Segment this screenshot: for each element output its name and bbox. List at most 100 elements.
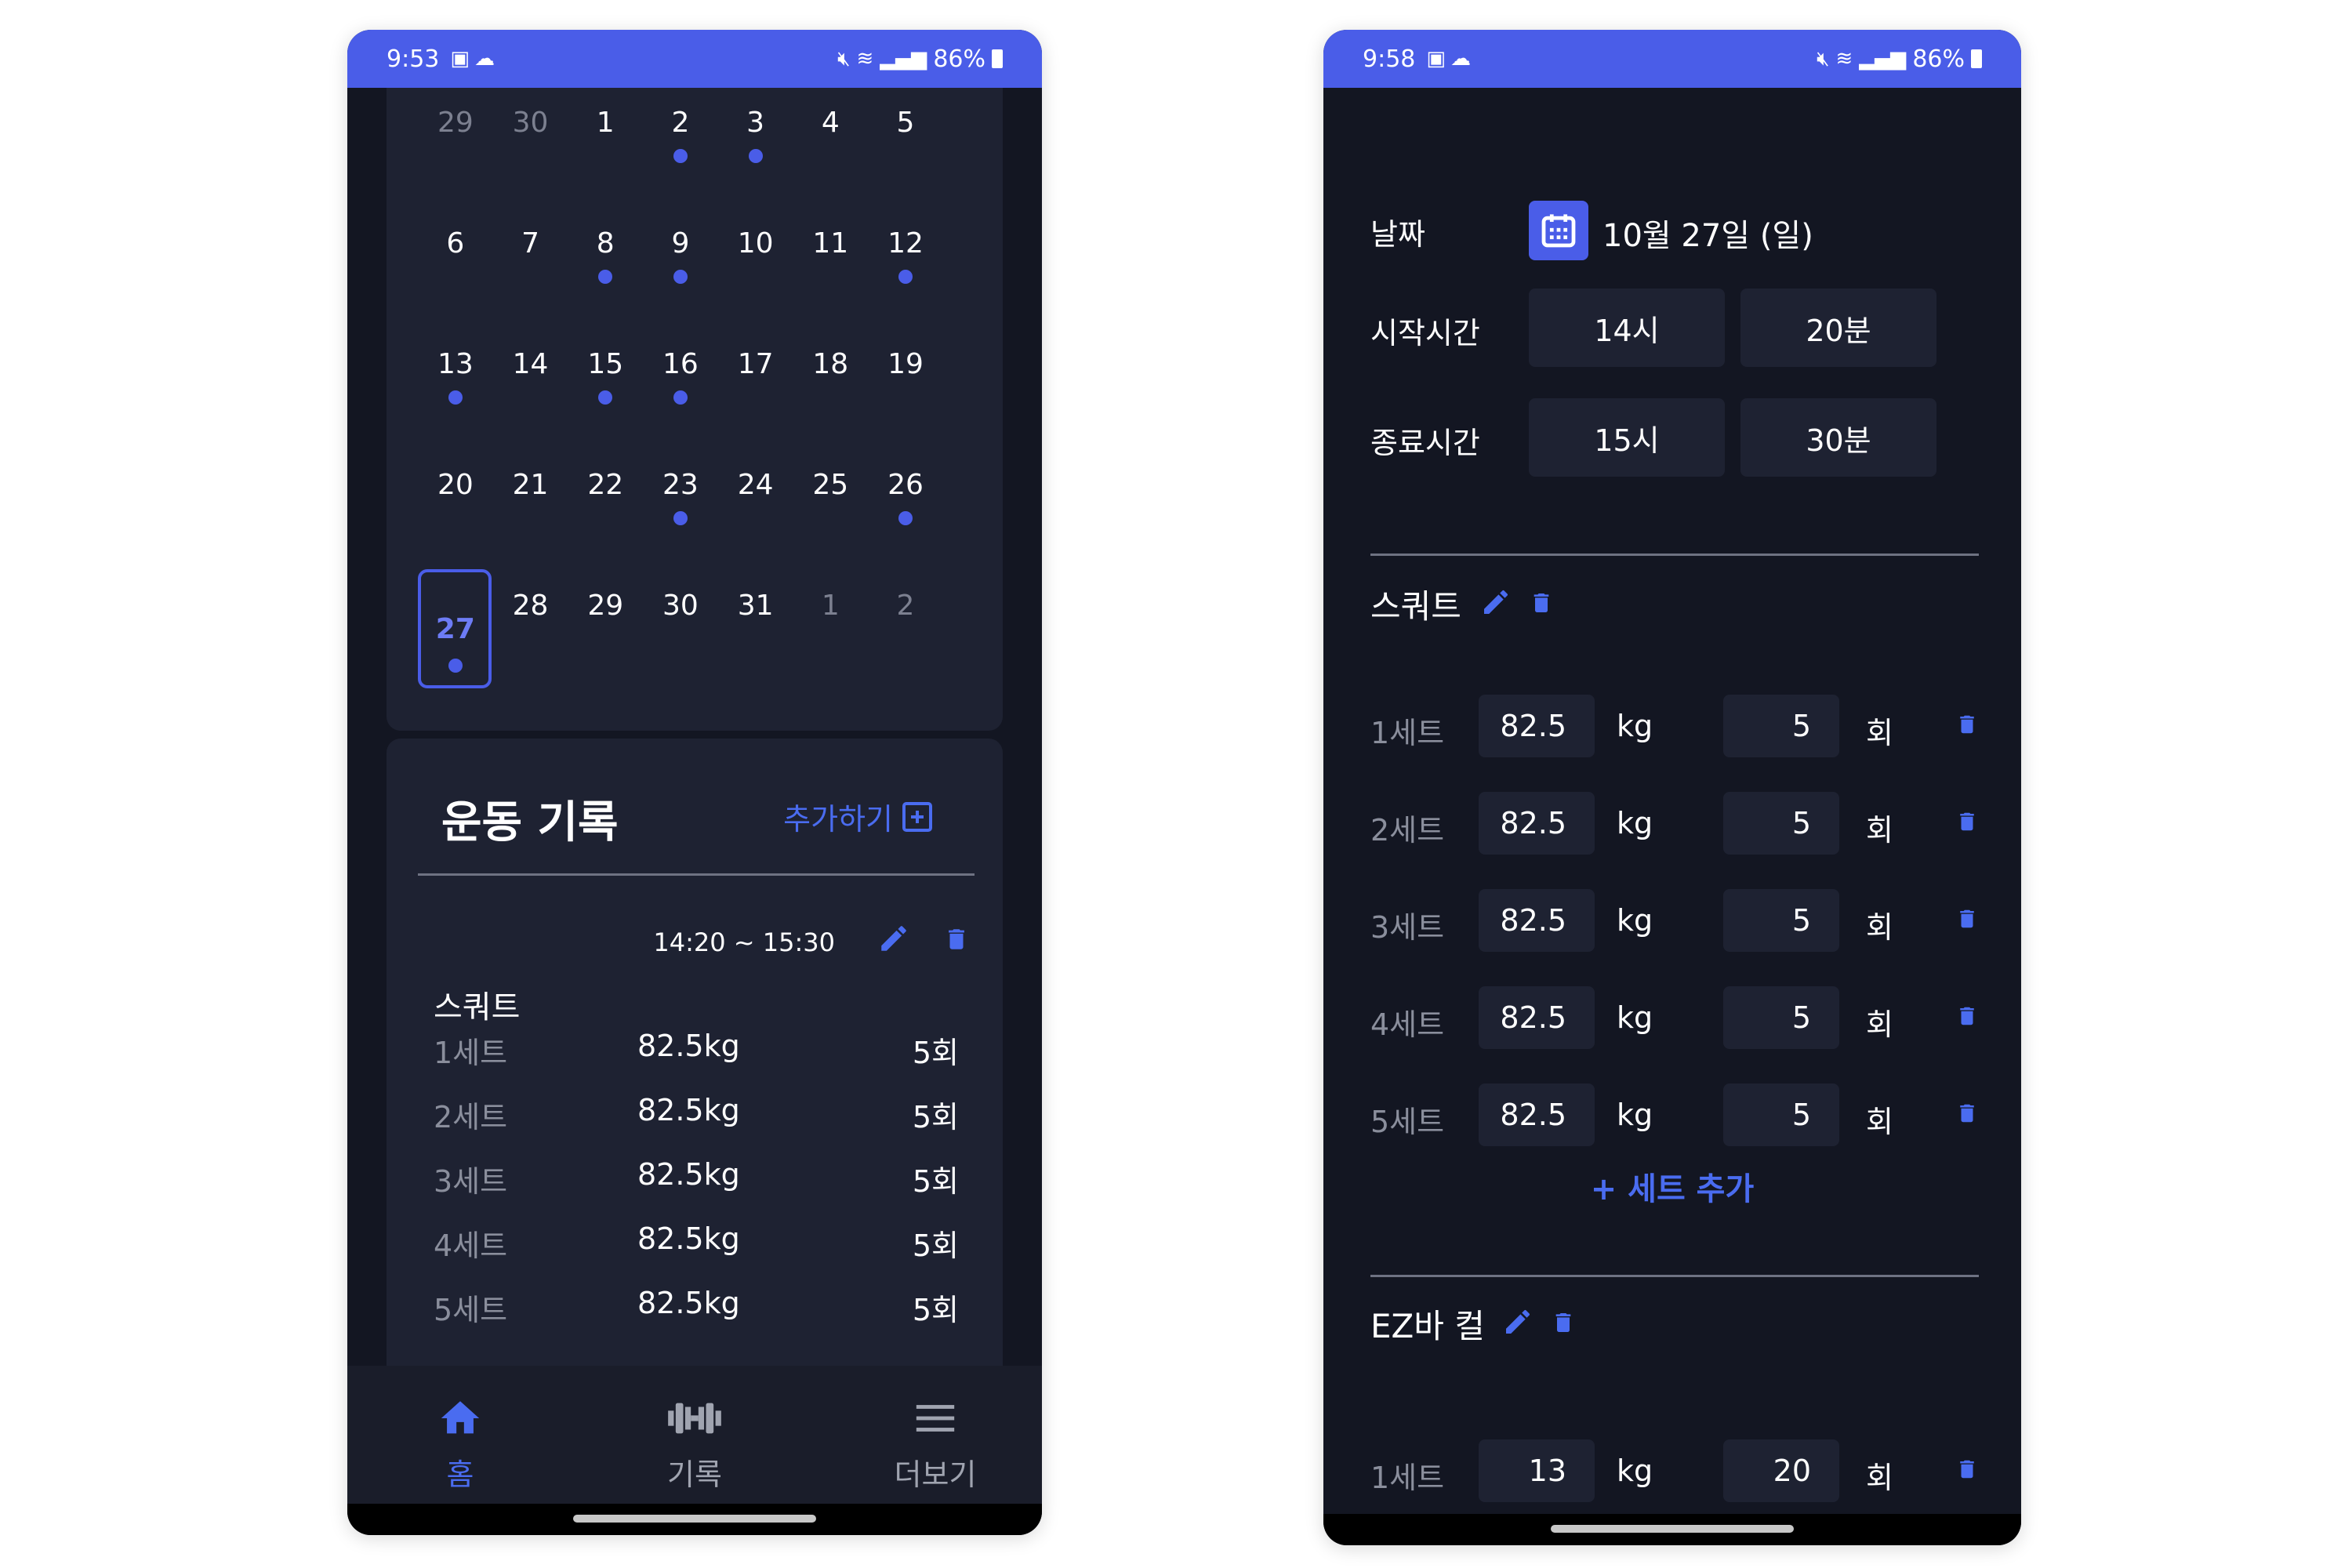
calendar-day-selected[interactable]: 27 [418, 569, 493, 688]
battery-icon [1971, 49, 1982, 68]
calendar-day[interactable]: 7 [493, 209, 568, 310]
calendar-day[interactable]: 13 [418, 329, 493, 431]
mute-icon: 🔇︎ [837, 46, 851, 71]
calendar-day[interactable]: 1 [568, 88, 643, 190]
calendar-day[interactable]: 12 [868, 209, 943, 310]
set-label: 1세트 [434, 1036, 508, 1070]
calendar-day-number: 10 [737, 227, 774, 260]
nav-more[interactable]: 더보기 [857, 1396, 1014, 1494]
pencil-icon[interactable] [1480, 586, 1512, 618]
calendar-day[interactable]: 23 [643, 450, 718, 552]
calendar-day-number: 30 [512, 107, 549, 139]
trash-icon[interactable] [1955, 710, 1979, 739]
calendar-day[interactable]: 30 [643, 571, 718, 673]
set-label: 2세트 [1370, 813, 1445, 848]
calendar: 29 30 1 2 3 4 5 6 7 8 9 10 11 12 13 14 15 16 17 18 19 20 21 22 2… [387, 88, 1003, 731]
set-row: 3세트 82.5 kg 5 회 [1370, 889, 1979, 952]
trash-icon[interactable] [1955, 1002, 1979, 1030]
workout-dot [673, 511, 688, 525]
reps-input[interactable]: 20 [1723, 1439, 1839, 1502]
pencil-icon[interactable] [877, 922, 910, 955]
weight-input[interactable]: 13 [1479, 1439, 1595, 1502]
trash-icon[interactable] [1551, 1308, 1576, 1338]
calendar-day[interactable]: 22 [568, 450, 643, 552]
calendar-day[interactable]: 8 [568, 209, 643, 310]
cloud-icon: ☁ [474, 47, 495, 71]
add-record-label: 추가하기 [783, 802, 893, 837]
calendar-day-number: 12 [887, 227, 924, 260]
trash-icon[interactable] [943, 924, 970, 955]
calendar-day[interactable]: 31 [718, 571, 793, 673]
end-hour-select[interactable]: 15시 [1529, 398, 1725, 477]
home-indicator [1323, 1514, 2021, 1545]
calendar-day[interactable]: 4 [793, 88, 868, 190]
calendar-day[interactable]: 10 [718, 209, 793, 310]
reps-unit: 회 [1866, 910, 1893, 945]
calendar-day-number: 1 [596, 107, 615, 139]
calendar-day[interactable]: 2 [868, 571, 943, 673]
calendar-day-number: 13 [437, 348, 474, 380]
calendar-day[interactable]: 6 [418, 209, 493, 310]
signal-icon: ▂▄▆ [1859, 47, 1907, 71]
calendar-day[interactable]: 24 [718, 450, 793, 552]
weight-unit: kg [1617, 903, 1653, 938]
date-picker-button[interactable] [1529, 201, 1588, 260]
trash-icon[interactable] [1955, 905, 1979, 933]
reps-unit: 회 [1866, 1007, 1893, 1042]
calendar-day[interactable]: 30 [493, 88, 568, 190]
calendar-day-number: 18 [812, 348, 849, 380]
reps-input[interactable]: 5 [1723, 695, 1839, 757]
start-hour-select[interactable]: 14시 [1529, 289, 1725, 367]
trash-icon[interactable] [1955, 808, 1979, 836]
calendar-day-number: 17 [737, 348, 774, 380]
calendar-day[interactable]: 11 [793, 209, 868, 310]
set-label: 1세트 [1370, 1461, 1445, 1495]
weight-input[interactable]: 82.5 [1479, 889, 1595, 952]
calendar-day[interactable]: 18 [793, 329, 868, 431]
calendar-week: 20 21 22 23 24 25 26 [418, 450, 943, 552]
trash-icon[interactable] [1955, 1099, 1979, 1127]
calendar-day[interactable]: 25 [793, 450, 868, 552]
calendar-day[interactable]: 15 [568, 329, 643, 431]
calendar-day[interactable]: 16 [643, 329, 718, 431]
add-record-button[interactable]: 추가하기 [783, 795, 932, 838]
start-minute-select[interactable]: 20분 [1740, 289, 1936, 367]
calendar-day[interactable]: 3 [718, 88, 793, 190]
pencil-icon[interactable] [1502, 1306, 1534, 1338]
weight-input[interactable]: 82.5 [1479, 792, 1595, 855]
calendar-day[interactable]: 17 [718, 329, 793, 431]
nav-record[interactable]: 기록 [616, 1396, 773, 1494]
calendar-day[interactable]: 21 [493, 450, 568, 552]
calendar-day[interactable]: 5 [868, 88, 943, 190]
end-minute-select[interactable]: 30분 [1740, 398, 1936, 477]
calendar-day[interactable]: 29 [418, 88, 493, 190]
weight-input[interactable]: 82.5 [1479, 1083, 1595, 1146]
add-set-button[interactable]: + 세트 추가 [1323, 1163, 2021, 1209]
calendar-day-number: 24 [737, 469, 774, 501]
reps-input[interactable]: 5 [1723, 1083, 1839, 1146]
calendar-day[interactable]: 19 [868, 329, 943, 431]
nav-home[interactable]: 홈 [382, 1396, 539, 1494]
workout-dot [598, 390, 613, 405]
calendar-day-number: 30 [662, 590, 699, 622]
workout-dot [673, 270, 688, 284]
calendar-day[interactable]: 20 [418, 450, 493, 552]
calendar-day[interactable]: 26 [868, 450, 943, 552]
weight-input[interactable]: 82.5 [1479, 986, 1595, 1049]
weight-unit: kg [1617, 1454, 1653, 1488]
trash-icon[interactable] [1955, 1455, 1979, 1483]
record-exercise-name: 스쿼트 [434, 989, 521, 1025]
reps-input[interactable]: 5 [1723, 986, 1839, 1049]
calendar-day[interactable]: 2 [643, 88, 718, 190]
trash-icon[interactable] [1529, 588, 1554, 618]
record-set-row: 1세트 82.5kg 5회 [434, 1029, 959, 1070]
reps-input[interactable]: 5 [1723, 889, 1839, 952]
reps-input[interactable]: 5 [1723, 792, 1839, 855]
calendar-day[interactable]: 9 [643, 209, 718, 310]
calendar-day[interactable]: 28 [493, 571, 568, 673]
calendar-day[interactable]: 29 [568, 571, 643, 673]
weight-input[interactable]: 82.5 [1479, 695, 1595, 757]
calendar-day[interactable]: 14 [493, 329, 568, 431]
calendar-day-number: 23 [662, 469, 699, 501]
calendar-day[interactable]: 1 [793, 571, 868, 673]
